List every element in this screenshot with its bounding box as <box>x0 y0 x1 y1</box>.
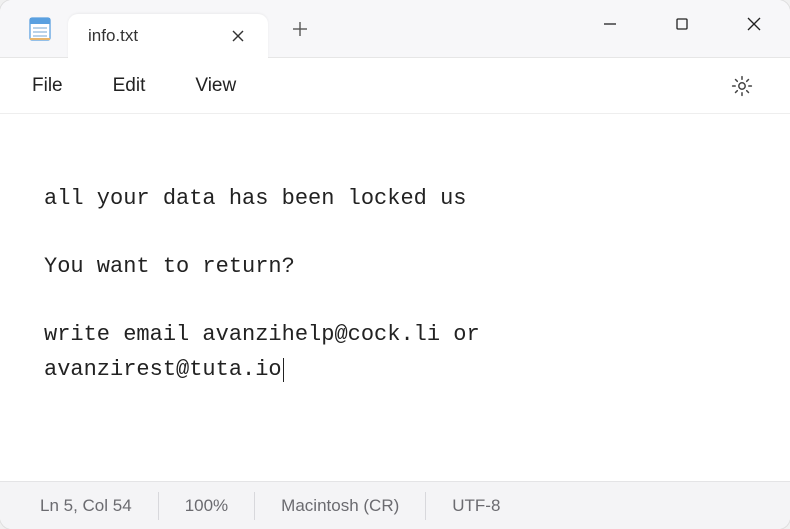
tab-title: info.txt <box>88 26 222 46</box>
menu-view[interactable]: View <box>191 69 240 103</box>
text-line: all your data has been locked us <box>44 186 466 211</box>
status-encoding: UTF-8 <box>426 492 526 520</box>
notepad-window: info.txt File Edit View <box>0 0 790 529</box>
text-editor-content[interactable]: all your data has been locked us You wan… <box>0 114 790 481</box>
text-line: write email avanzihelp@cock.li or <box>44 322 480 347</box>
maximize-button[interactable] <box>646 0 718 48</box>
minimize-button[interactable] <box>574 0 646 48</box>
close-tab-icon[interactable] <box>222 20 254 52</box>
titlebar: info.txt <box>0 0 790 58</box>
notepad-app-icon <box>26 15 54 43</box>
gear-icon <box>730 74 754 98</box>
menubar: File Edit View <box>0 58 790 114</box>
statusbar: Ln 5, Col 54 100% Macintosh (CR) UTF-8 <box>0 481 790 529</box>
settings-button[interactable] <box>722 66 762 106</box>
text-line: avanzirest@tuta.io <box>44 357 284 382</box>
status-line-ending: Macintosh (CR) <box>255 492 426 520</box>
status-zoom[interactable]: 100% <box>159 492 255 520</box>
window-controls <box>574 0 790 48</box>
status-cursor-position: Ln 5, Col 54 <box>30 492 159 520</box>
menu-edit[interactable]: Edit <box>109 69 150 103</box>
file-tab[interactable]: info.txt <box>68 14 268 58</box>
menu-file[interactable]: File <box>28 69 67 103</box>
text-line: You want to return? <box>44 254 295 279</box>
new-tab-button[interactable] <box>276 5 324 53</box>
close-window-button[interactable] <box>718 0 790 48</box>
